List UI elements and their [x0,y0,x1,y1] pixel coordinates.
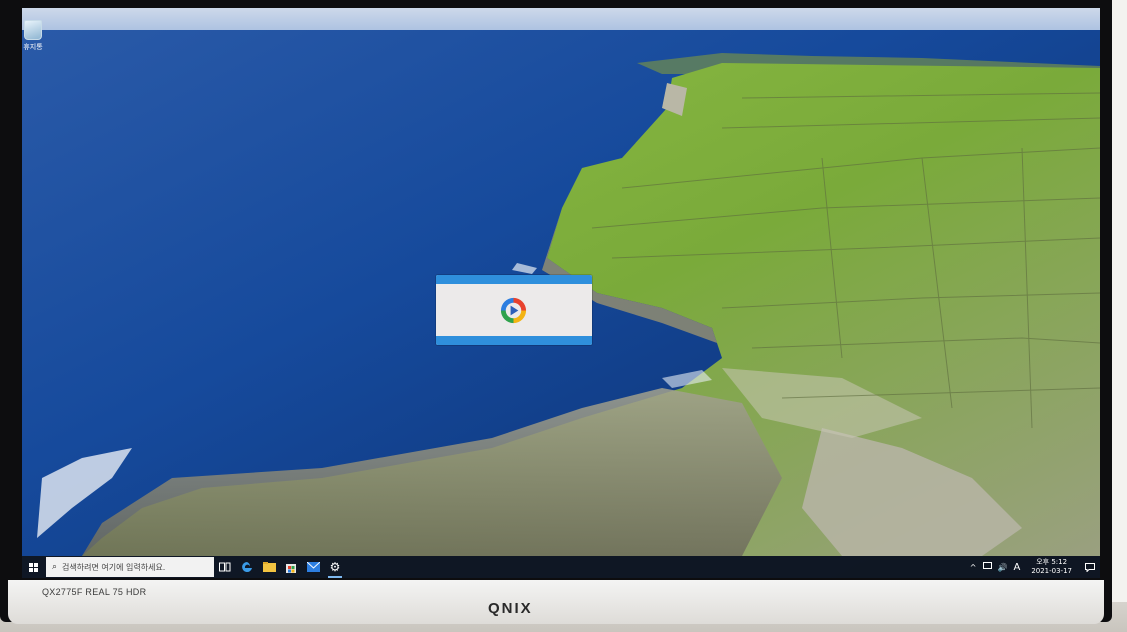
taskbar-clock[interactable]: 오후 5:12 2021-03-17 [1023,558,1080,576]
search-placeholder: 검색하려면 여기에 입력하세요. [62,562,166,572]
clock-date: 2021-03-17 [1031,567,1072,575]
task-view-button[interactable] [214,556,236,578]
store-icon [286,564,296,573]
splash-bottom-bar [436,336,592,345]
app-logo-icon [500,297,527,324]
action-center-button[interactable] [1080,562,1100,572]
recycle-bin-icon [24,20,42,40]
monitor-model-label: QX2775F REAL 75 HDR [42,587,147,597]
windows-logo-icon [28,562,38,572]
volume-icon[interactable]: 🔊 [995,563,1011,572]
taskbar-search-box[interactable]: ⌕ 검색하려면 여기에 입력하세요. [46,557,214,577]
taskbar: ⌕ 검색하려면 여기에 입력하세요. ⚙ ^ 🔊 A 오후 5:12 2021-… [22,556,1100,578]
system-tray: ^ 🔊 A 오후 5:12 2021-03-17 [967,556,1100,578]
monitor-brand-logo: QNIX [488,600,533,617]
edge-button[interactable] [236,556,258,578]
edge-icon [242,562,252,572]
clock-time: 오후 5:12 [1036,558,1068,566]
monitor: 휴지통 ⌕ 검색하려면 여기에 입력하세요. ⚙ ^ 🔊 A 오후 5:12 2… [0,0,1112,624]
file-explorer-button[interactable] [258,556,280,578]
input-method-indicator[interactable]: A [1010,562,1023,573]
file-explorer-icon [262,562,276,572]
splash-top-bar [436,275,592,284]
mail-button[interactable] [302,556,324,578]
notification-icon [1085,562,1095,572]
settings-icon: ⚙ [329,560,341,574]
store-button[interactable] [280,556,302,578]
tray-overflow-chevron-icon[interactable]: ^ [967,563,980,572]
settings-button[interactable]: ⚙ [324,556,346,578]
search-icon: ⌕ [52,562,58,572]
recycle-bin-shortcut[interactable]: 휴지통 [22,20,44,52]
task-view-icon [219,562,231,572]
recycle-bin-label: 휴지통 [23,43,43,51]
mail-icon [306,562,320,572]
app-splash-window [436,275,592,345]
desktop-screen: 휴지통 ⌕ 검색하려면 여기에 입력하세요. ⚙ ^ 🔊 A 오후 5:12 2… [22,8,1100,578]
network-icon[interactable] [980,562,995,572]
start-button[interactable] [22,556,44,578]
monitor-bottom-bezel [8,580,1104,624]
